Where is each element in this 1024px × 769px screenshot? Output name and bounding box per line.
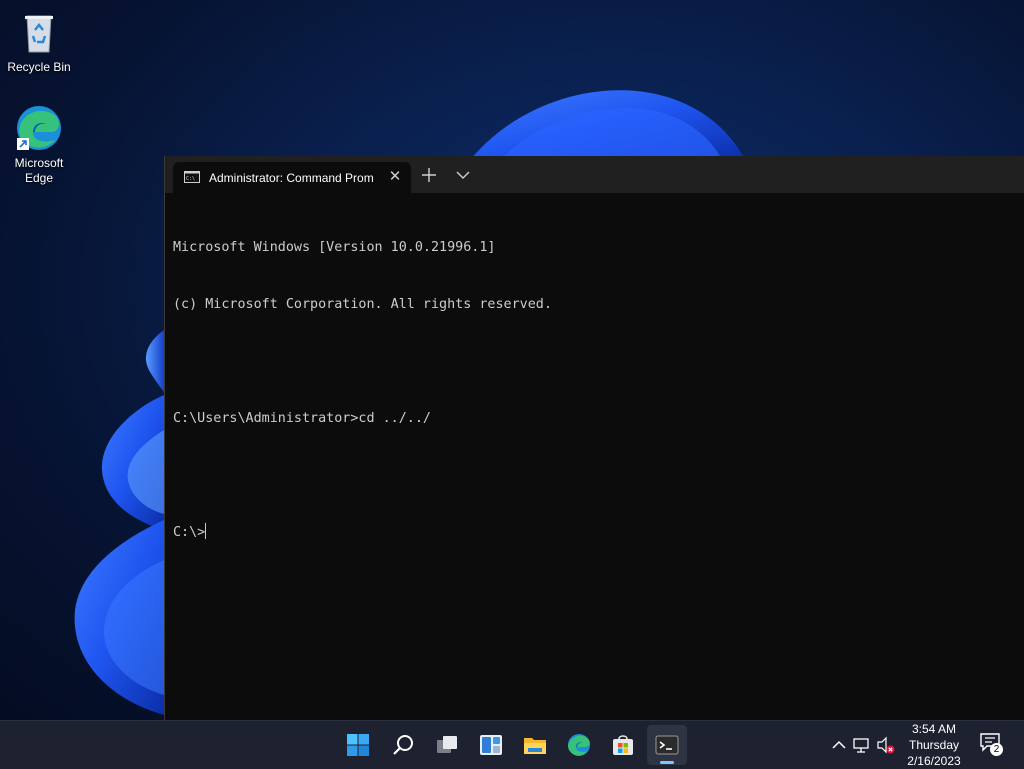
store-button[interactable] [603, 725, 643, 765]
store-icon [613, 735, 633, 755]
terminal-taskbar-button[interactable] [647, 725, 687, 765]
edge-icon [568, 734, 590, 756]
notification-center-button[interactable]: 2 [980, 733, 1006, 759]
close-tab-icon[interactable]: ✕ [387, 167, 403, 187]
search-button[interactable] [383, 725, 423, 765]
desktop: Recycle Bin Microsoft Edge C:\ Administr… [0, 0, 1024, 720]
console-line: (c) Microsoft Corporation. All rights re… [173, 297, 552, 312]
edge-taskbar-button[interactable] [559, 725, 599, 765]
console-line: C:\Users\Administrator>cd ../../ [173, 411, 431, 426]
recycle-bin-label: Recycle Bin [7, 60, 71, 74]
task-view-icon [437, 736, 457, 753]
console-output[interactable]: Microsoft Windows [Version 10.0.21996.1]… [173, 200, 1013, 580]
cmd-icon: C:\ [184, 171, 200, 183]
terminal-icon [655, 735, 679, 755]
file-explorer-button[interactable] [515, 725, 555, 765]
volume-muted-icon[interactable] [876, 735, 896, 755]
console-prompt-line[interactable]: C:\> [173, 523, 1013, 542]
clock-date: 2/16/2023 [907, 754, 961, 768]
widgets-icon [480, 735, 502, 755]
console-line: Microsoft Windows [Version 10.0.21996.1] [173, 240, 496, 255]
network-icon[interactable] [852, 735, 872, 755]
tab-command-prompt[interactable]: C:\ Administrator: Command Prom ✕ [173, 162, 411, 193]
taskbar-clock[interactable]: 3:54 AM Thursday 2/16/2023 [896, 721, 972, 769]
notification-count-badge: 2 [990, 743, 1003, 756]
terminal-tabbar: C:\ Administrator: Command Prom ✕ [165, 156, 1024, 193]
console-prompt: C:\> [173, 525, 206, 540]
edge-label: Microsoft Edge [14, 156, 64, 185]
task-view-button[interactable] [427, 725, 467, 765]
active-app-indicator [660, 761, 674, 764]
recycle-bin-icon [25, 15, 53, 53]
start-button[interactable] [338, 725, 378, 765]
recycle-bin-shortcut[interactable]: Recycle Bin [1, 8, 77, 75]
tab-title: Administrator: Command Prom [209, 171, 374, 185]
svg-text:C:\: C:\ [186, 176, 195, 182]
plus-icon[interactable] [418, 164, 440, 186]
chevron-down-icon[interactable] [452, 164, 474, 186]
widgets-button[interactable] [471, 725, 511, 765]
windows-start-icon [347, 734, 369, 756]
text-cursor [205, 523, 207, 539]
clock-day: Thursday [908, 738, 960, 752]
terminal-window[interactable]: C:\ Administrator: Command Prom ✕ Micros… [164, 156, 1024, 720]
taskbar: 3:54 AM Thursday 2/16/2023 2 [0, 720, 1024, 769]
folder-icon [524, 738, 546, 754]
search-icon [393, 735, 413, 755]
chevron-up-icon[interactable] [829, 735, 849, 755]
clock-time: 3:54 AM [911, 722, 957, 736]
edge-icon [17, 106, 61, 150]
edge-shortcut[interactable]: Microsoft Edge [1, 104, 77, 186]
